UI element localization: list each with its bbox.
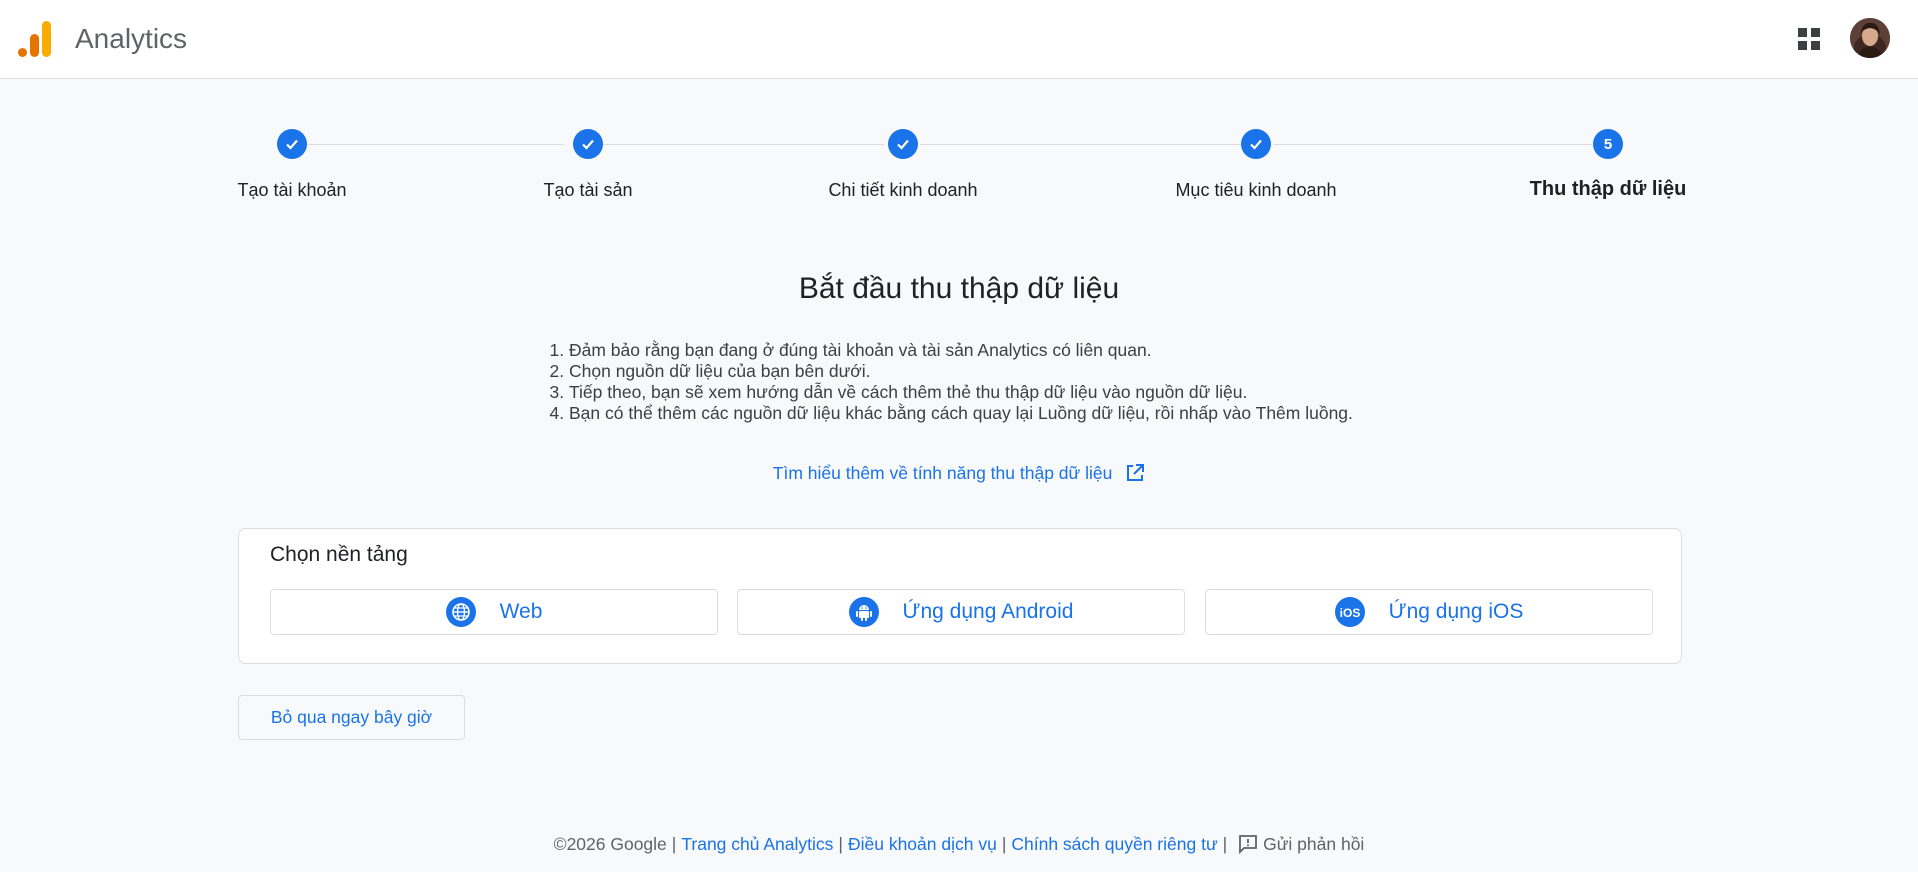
step-label: Thu thập dữ liệu [1529, 178, 1687, 200]
step-label: Chi tiết kinh doanh [828, 180, 978, 200]
step-number: 5 [1593, 129, 1623, 159]
step-label: Tạo tài khoản [237, 180, 347, 200]
ios-label: Ứng dụng iOS [1388, 600, 1524, 623]
copyright: ©2026 Google [553, 834, 667, 854]
check-icon [573, 129, 603, 159]
web-label: Web [499, 600, 543, 623]
platform-card: Chọn nền tảng Web Ứng dụng Android iOS Ứ… [238, 528, 1682, 664]
page-title: Bắt đầu thu thập dữ liệu [798, 272, 1120, 305]
footer-link-analytics-home[interactable]: Trang chủ Analytics [681, 834, 833, 854]
ios-platform-button[interactable]: iOS Ứng dụng iOS [1205, 589, 1653, 635]
user-avatar-icon [1850, 18, 1890, 58]
step-label: Tạo tài sản [543, 180, 633, 200]
ios-icon: iOS [1334, 597, 1365, 627]
android-label: Ứng dụng Android [902, 600, 1074, 623]
list-item: Chọn nguồn dữ liệu của bạn bên dưới. [569, 361, 1446, 382]
apps-grid-icon[interactable] [1797, 27, 1821, 51]
check-icon [277, 129, 307, 159]
android-platform-button[interactable]: Ứng dụng Android [737, 589, 1185, 635]
footer-link-privacy[interactable]: Chính sách quyền riêng tư [1011, 834, 1217, 854]
learn-more-text: Tìm hiểu thêm về tính năng thu thập dữ l… [772, 463, 1113, 483]
footer-link-terms[interactable]: Điều khoản dịch vụ [848, 834, 997, 854]
check-icon [1241, 129, 1271, 159]
globe-icon [445, 597, 476, 627]
open-in-new-icon [1127, 464, 1145, 481]
list-item: Đảm bảo rằng bạn đang ở đúng tài khoản v… [569, 340, 1446, 361]
list-item: Bạn có thể thêm các nguồn dữ liệu khác b… [569, 403, 1446, 424]
svg-text:iOS: iOS [1339, 606, 1360, 620]
top-bar: Analytics [0, 0, 1918, 79]
skip-button[interactable]: Bỏ qua ngay bây giờ [238, 695, 465, 740]
avatar[interactable] [1850, 18, 1890, 58]
step-label: Mục tiêu kinh doanh [1175, 180, 1337, 200]
check-icon [888, 129, 918, 159]
feedback-label: Gửi phản hồi [1263, 834, 1365, 854]
web-platform-button[interactable]: Web [270, 589, 718, 635]
feedback-button[interactable]: Gửi phản hồi [1237, 834, 1365, 855]
learn-more-link[interactable]: Tìm hiểu thêm về tính năng thu thập dữ l… [0, 463, 1918, 484]
footer: ©2026 Google | Trang chủ Analytics | Điều kh… [553, 834, 1365, 855]
feedback-icon [1239, 835, 1257, 855]
platform-heading: Chọn nền tảng [270, 543, 408, 566]
app-title: Analytics [75, 23, 188, 54]
instructions-list: Đảm bảo rằng bạn đang ở đúng tài khoản v… [546, 340, 1446, 424]
android-icon [848, 597, 879, 627]
list-item: Tiếp theo, bạn sẽ xem hướng dẫn về cách … [569, 382, 1446, 403]
analytics-logo-icon[interactable] [18, 20, 52, 58]
setup-stepper: Tạo tài khoản Tạo tài sản Chi tiết kinh … [0, 120, 1918, 210]
